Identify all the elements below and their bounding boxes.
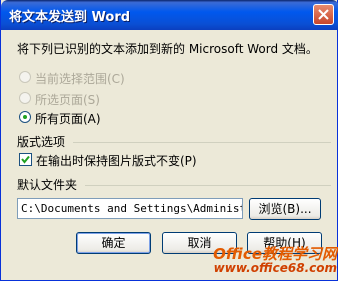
keep-layout-label: 在输出时保持图片版式不变(P) — [36, 154, 197, 168]
check-icon — [21, 155, 30, 164]
radio-all-pages-label: 所有页面(A) — [35, 112, 101, 126]
radio-circle — [19, 71, 31, 83]
window-title: 将文本发送到 Word — [9, 10, 131, 25]
radio-current-selection-label: 当前选择范围(C) — [35, 72, 125, 86]
radio-selected-pages-label: 所选页面(S) — [35, 93, 100, 107]
cancel-button-label: 取消 — [187, 236, 212, 250]
browse-button-label: 浏览(B)... — [258, 202, 312, 216]
ok-button-label: 确定 — [101, 236, 126, 250]
instruction-text: 将下列已识别的文本添加到新的 Microsoft Word 文档。 — [17, 42, 318, 56]
ok-button[interactable]: 确定 — [76, 232, 151, 254]
close-icon — [318, 9, 329, 20]
default-folder-divider — [85, 185, 331, 186]
close-button[interactable] — [313, 4, 334, 25]
radio-circle — [19, 92, 31, 104]
radio-circle-selected — [19, 111, 31, 123]
keep-layout-checkbox[interactable] — [19, 153, 32, 166]
send-to-word-dialog: 将文本发送到 Word 将下列已识别的文本添加到新的 Microsoft Wor… — [0, 0, 338, 281]
default-folder-label: 默认文件夹 — [17, 178, 78, 192]
layout-options-label: 版式选项 — [17, 135, 66, 149]
layout-options-divider — [73, 142, 331, 143]
folder-path-input[interactable]: C:\Documents and Settings\Administra — [17, 198, 243, 219]
folder-path-value: C:\Documents and Settings\Administra — [21, 202, 243, 215]
title-bar[interactable]: 将文本发送到 Word — [1, 0, 338, 30]
radio-dot — [23, 115, 27, 119]
watermark-url: www.office68.com — [213, 261, 337, 275]
browse-button[interactable]: 浏览(B)... — [249, 198, 321, 220]
